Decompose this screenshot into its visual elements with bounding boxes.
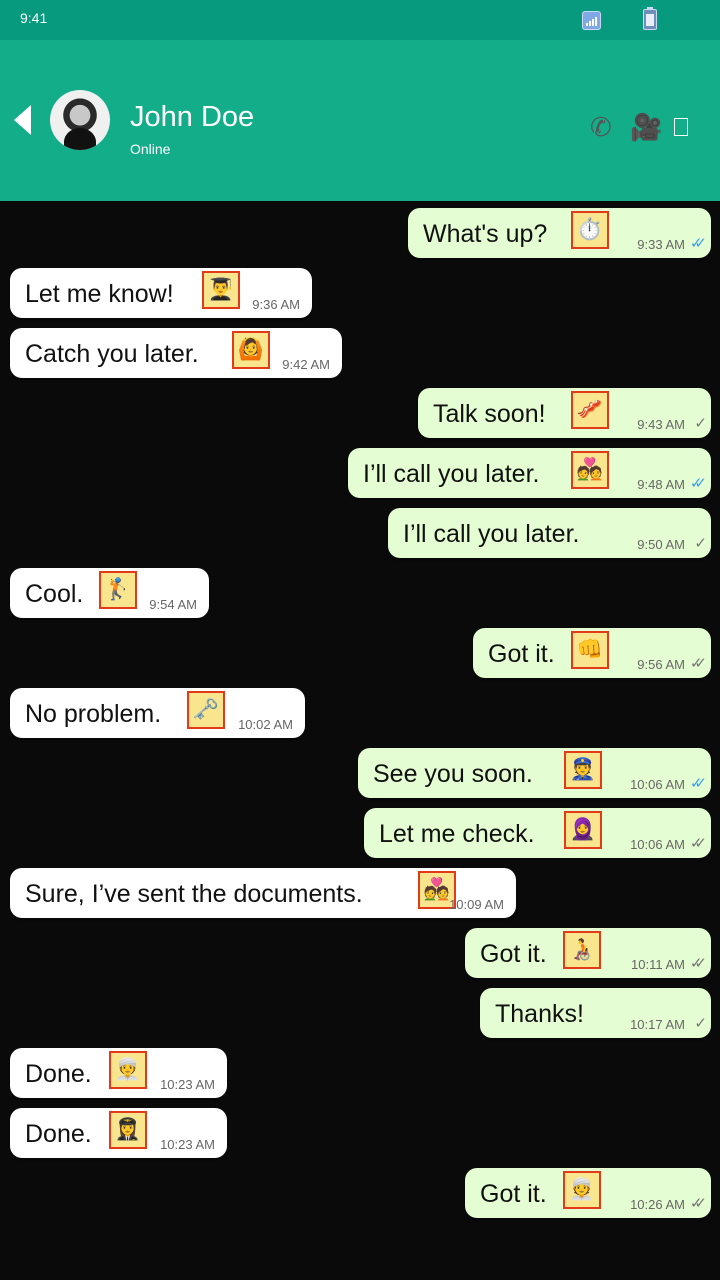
message-time: 10:11 AM — [631, 957, 685, 972]
message-time: 10:06 AM — [630, 837, 685, 852]
message-time: 10:06 AM — [630, 777, 685, 792]
message-bubble[interactable]: I’ll call you later. 9:50 AM ✓ — [388, 508, 711, 558]
message-bubble[interactable]: Sure, I’ve sent the documents. 💑 10:09 A… — [10, 868, 516, 918]
message-time: 10:23 AM — [160, 1137, 215, 1152]
emoji-sticker: 👩‍✈️ — [109, 1111, 147, 1149]
message-text: Thanks! — [495, 1000, 584, 1028]
message-time: 9:43 AM — [637, 417, 685, 432]
message-text: No problem. — [25, 700, 162, 728]
video-camera-icon[interactable]: 🎥 — [630, 112, 662, 143]
message-bubble[interactable]: Got it. 👳 10:26 AM ✓✓ — [465, 1168, 711, 1218]
message-time: 9:42 AM — [282, 357, 330, 372]
message-time: 9:50 AM — [637, 537, 685, 552]
sent-tick-icon: ✓ — [694, 415, 706, 432]
emoji-sticker: 👊 — [571, 631, 609, 669]
emoji-sticker: 👮 — [564, 751, 602, 789]
message-text: Talk soon! — [433, 400, 546, 428]
phone-icon[interactable]: ✆ — [590, 112, 612, 143]
message-bubble[interactable]: Cool. 🏌️ 9:54 AM — [10, 568, 209, 618]
message-text: Sure, I’ve sent the documents. — [25, 880, 363, 908]
message-time: 9:36 AM — [252, 297, 300, 312]
message-bubble[interactable]: Catch you later. 🙆 9:42 AM — [10, 328, 342, 378]
emoji-sticker: 🙆 — [232, 331, 270, 369]
emoji-sticker: 🧑‍🦽 — [563, 931, 601, 969]
message-time: 10:23 AM — [160, 1077, 215, 1092]
contact-name[interactable]: John Doe — [130, 101, 254, 134]
message-text: Done. — [25, 1120, 92, 1148]
emoji-sticker: 🗝️ — [187, 691, 225, 729]
delivered-ticks-icon: ✓✓ — [689, 1195, 707, 1212]
back-arrow-icon[interactable] — [14, 105, 31, 135]
emoji-sticker: 👳 — [563, 1171, 601, 1209]
message-text: Let me check. — [379, 820, 535, 848]
message-bubble[interactable]: What's up? ⏱️ 9:33 AM ✓✓ — [408, 208, 711, 258]
message-time: 9:48 AM — [637, 477, 685, 492]
emoji-sticker: ⏱️ — [571, 211, 609, 249]
message-text: Cool. — [25, 580, 84, 608]
delivered-ticks-icon: ✓✓ — [689, 955, 707, 972]
message-time: 10:17 AM — [630, 1017, 685, 1032]
menu-icon[interactable] — [674, 118, 688, 136]
message-text: See you soon. — [373, 760, 533, 788]
status-time: 9:41 — [20, 10, 48, 26]
chat-header: John Doe Online ✆ 🎥 — [0, 40, 720, 201]
message-text: Got it. — [480, 940, 547, 968]
read-receipt-icon: ✓✓ — [689, 775, 707, 792]
message-text: I’ll call you later. — [363, 460, 540, 488]
message-text: Let me know! — [25, 280, 174, 308]
emoji-sticker: 👳‍♀️ — [109, 1051, 147, 1089]
message-time: 9:54 AM — [149, 597, 197, 612]
message-bubble[interactable]: I’ll call you later. 💑 9:48 AM ✓✓ — [348, 448, 711, 498]
message-text: Got it. — [488, 640, 555, 668]
status-bar: 9:41 — [0, 0, 720, 40]
message-text: Got it. — [480, 1180, 547, 1208]
message-text: Catch you later. — [25, 340, 199, 368]
message-bubble[interactable]: Let me check. 🧕 10:06 AM ✓✓ — [364, 808, 711, 858]
message-bubble[interactable]: See you soon. 👮 10:06 AM ✓✓ — [358, 748, 711, 798]
emoji-sticker: 🧕 — [564, 811, 602, 849]
delivered-ticks-icon: ✓✓ — [689, 655, 707, 672]
read-receipt-icon: ✓✓ — [689, 475, 707, 492]
message-bubble[interactable]: Done. 👳‍♀️ 10:23 AM — [10, 1048, 227, 1098]
message-time: 9:56 AM — [637, 657, 685, 672]
message-bubble[interactable]: Talk soon! 🥓 9:43 AM ✓ — [418, 388, 711, 438]
emoji-sticker: 🏌️ — [99, 571, 137, 609]
message-bubble[interactable]: Got it. 👊 9:56 AM ✓✓ — [473, 628, 711, 678]
emoji-sticker: 🥓 — [571, 391, 609, 429]
message-time: 10:09 AM — [449, 897, 504, 912]
emoji-sticker: 💑 — [571, 451, 609, 489]
message-text: I’ll call you later. — [403, 520, 580, 548]
message-time: 10:26 AM — [630, 1197, 685, 1212]
message-bubble[interactable]: Got it. 🧑‍🦽 10:11 AM ✓✓ — [465, 928, 711, 978]
presence-status: Online — [130, 141, 171, 157]
message-bubble[interactable]: Let me know! 👨‍🎓 9:36 AM — [10, 268, 312, 318]
message-bubble[interactable]: Thanks! 10:17 AM ✓ — [480, 988, 711, 1038]
message-text: Done. — [25, 1060, 92, 1088]
avatar[interactable] — [50, 90, 110, 150]
message-bubble[interactable]: Done. 👩‍✈️ 10:23 AM — [10, 1108, 227, 1158]
battery-icon — [643, 7, 657, 30]
signal-icon — [582, 11, 601, 30]
sent-tick-icon: ✓ — [694, 535, 706, 552]
delivered-ticks-icon: ✓✓ — [689, 835, 707, 852]
message-bubble[interactable]: No problem. 🗝️ 10:02 AM — [10, 688, 305, 738]
emoji-sticker: 👨‍🎓 — [202, 271, 240, 309]
message-text: What's up? — [423, 220, 548, 248]
read-receipt-icon: ✓✓ — [689, 235, 707, 252]
message-time: 9:33 AM — [637, 237, 685, 252]
sent-tick-icon: ✓ — [694, 1015, 706, 1032]
message-time: 10:02 AM — [238, 717, 293, 732]
